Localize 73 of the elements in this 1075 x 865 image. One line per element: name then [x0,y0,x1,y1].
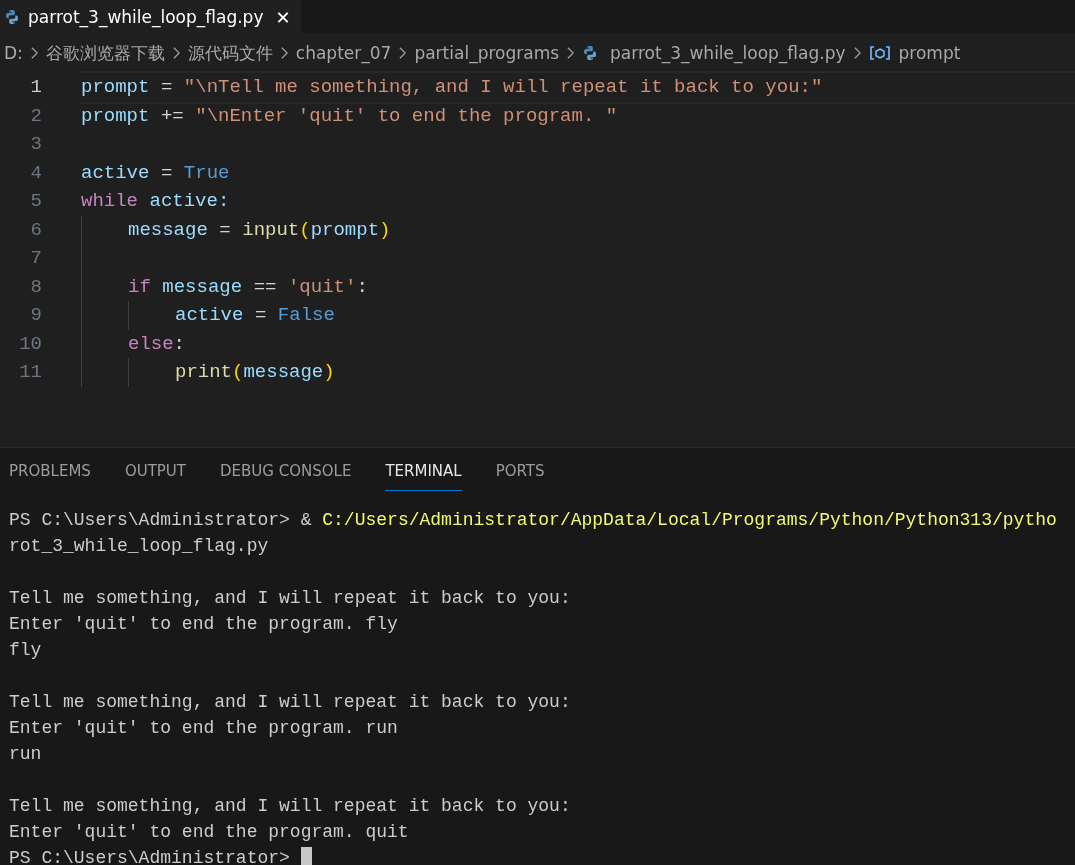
code-token: "\nEnter 'quit' to end the program. " [195,104,618,127]
line-number: 2 [29,104,42,127]
code-token: += [160,104,184,127]
chevron-icon [398,46,408,60]
code-token: prompt [81,104,150,127]
line-number: 4 [29,161,42,184]
breadcrumb-item[interactable]: chapter_07 [295,43,392,63]
terminal-text: Enter 'quit' to end the program. quit [9,822,409,842]
line-number: 6 [29,218,42,241]
panel-tab[interactable]: PORTS [495,462,545,491]
chevron-icon [566,46,576,60]
line-number: 11 [18,361,42,384]
symbol-icon [868,45,891,61]
line-number: 1 [29,76,42,99]
breadcrumb-item[interactable]: 源代码文件 [187,41,273,65]
terminal-text: PS C:\Users\Administrator> [9,848,290,865]
code-token: 'quit' [287,275,357,298]
tab-title: parrot_3_while_loop_flag.py [28,7,264,27]
terminal-text: fly [9,640,42,660]
terminal-text: Tell me something, and I will repeat it back to you: [9,692,571,712]
line-number: 9 [29,304,42,327]
terminal-text: Tell me something, and I will repeat it back to you: [9,588,571,608]
code-token: = [219,218,231,241]
terminal-text: rot_3_while_loop_flag.py [9,536,269,556]
code-token: active [81,161,150,184]
chevron-icon [171,46,181,60]
line-number: 3 [29,133,42,156]
chevron-icon [29,46,39,60]
code-token: message [128,218,208,241]
panel-tab[interactable]: OUTPUT [124,462,186,491]
terminal-text: C:/Users/Administrator/AppData/Local/Programs/Python/Python313/pytho [322,510,1057,530]
breadcrumb-item[interactable]: prompt [898,43,961,63]
line-number: 8 [29,275,42,298]
terminal-text: & [300,510,312,530]
code-token: message [162,275,243,298]
terminal-text: Enter 'quit' to end the program. run [9,718,398,738]
code-token: False [277,304,335,327]
python-icon [582,45,599,61]
line-number: 10 [18,332,42,355]
line-number: 7 [29,247,42,270]
code-token: True [183,161,230,184]
code-token: "\nTell me something, and I will repeat it back to you:" [183,76,823,99]
code-token: == [253,275,277,298]
breadcrumb-item[interactable]: parrot_3_while_loop_flag.py [610,43,846,63]
terminal-text: run [9,744,42,764]
editor-tab[interactable]: parrot_3_while_loop_flag.py ✕ [0,0,301,33]
code-token: active: [149,190,230,213]
chevron-icon [279,46,289,60]
terminal-text: Enter 'quit' to end the program. fly [9,614,398,634]
breadcrumb-item[interactable]: partial_programs [414,43,560,63]
code-token: print(message) [175,361,335,384]
python-icon [4,9,20,25]
code-token: if [128,275,151,298]
terminal-text: PS C:\Users\Administrator> [9,510,290,530]
panel-tab[interactable]: TERMINAL [385,462,462,491]
code-token: input(prompt) [242,218,391,241]
breadcrumb-item[interactable]: D: [4,43,23,63]
chevron-icon [852,46,862,60]
code-token: = [254,304,267,327]
code-token: while [81,190,138,213]
terminal-text: Tell me something, and I will repeat it back to you: [9,796,571,816]
close-icon[interactable]: ✕ [275,6,291,28]
code-token: active [175,304,244,327]
line-number: 5 [29,190,42,213]
panel-tab[interactable]: PROBLEMS [9,462,91,491]
code-token: : [356,275,368,298]
code-token: prompt [81,76,150,99]
panel-tab[interactable]: DEBUG CONSOLE [220,462,352,491]
breadcrumb-item[interactable]: 谷歌浏览器下载 [45,41,165,65]
code-token: = [160,161,173,184]
code-token: : [173,332,185,355]
code-token: = [160,76,173,99]
code-token: else [128,332,174,355]
